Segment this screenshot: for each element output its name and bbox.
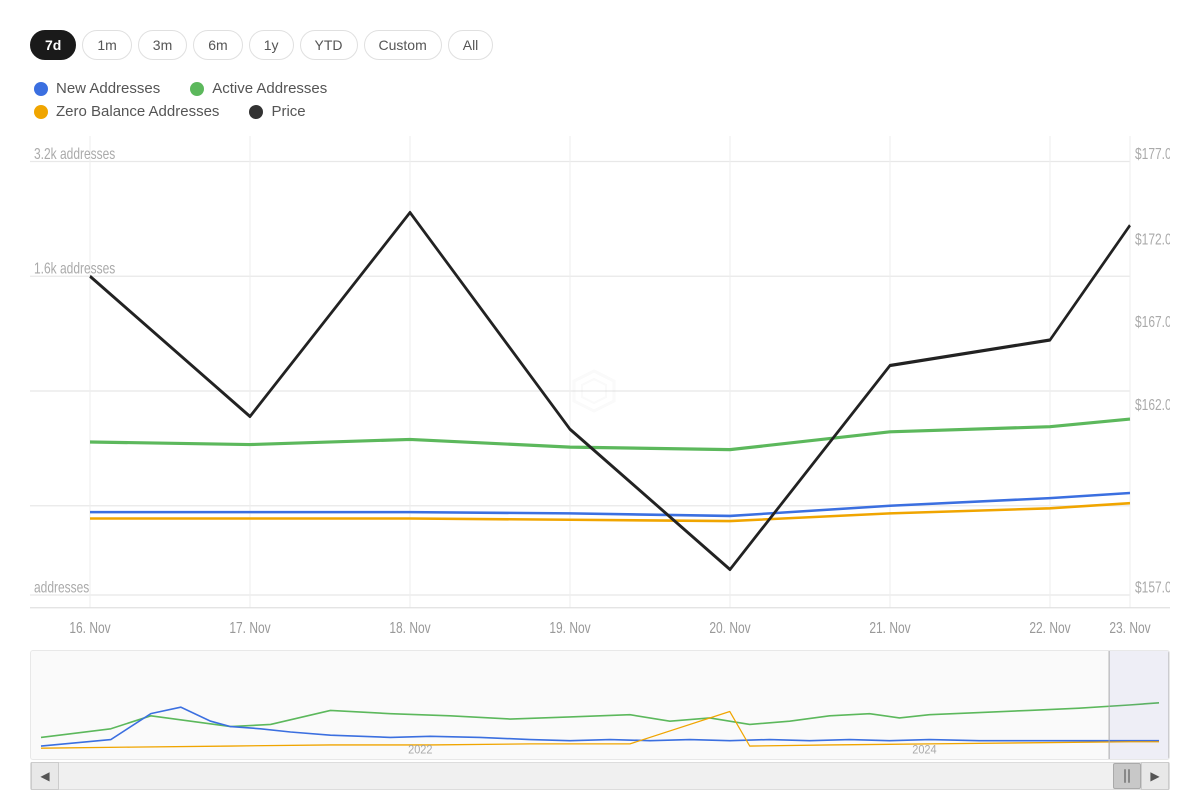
legend-dot-1 bbox=[190, 82, 204, 96]
chart-wrapper: 3.2k addresses 1.6k addresses addresses … bbox=[30, 136, 1170, 790]
svg-text:21. Nov: 21. Nov bbox=[869, 620, 910, 637]
time-range-selector: 7d1m3m6m1yYTDCustomAll bbox=[30, 30, 1170, 60]
legend-item-2: Zero Balance Addresses bbox=[34, 103, 219, 120]
main-chart-svg: 3.2k addresses 1.6k addresses addresses … bbox=[30, 136, 1170, 646]
legend-dot-0 bbox=[34, 82, 48, 96]
svg-text:22. Nov: 22. Nov bbox=[1029, 620, 1070, 637]
svg-text:23. Nov: 23. Nov bbox=[1109, 620, 1150, 637]
time-btn-custom[interactable]: Custom bbox=[364, 30, 442, 60]
main-container: 7d1m3m6m1yYTDCustomAll New Addresses Acti… bbox=[0, 0, 1200, 800]
svg-text:$167.00: $167.00 bbox=[1135, 314, 1170, 331]
svg-text:16. Nov: 16. Nov bbox=[69, 620, 110, 637]
svg-text:19. Nov: 19. Nov bbox=[549, 620, 590, 637]
main-chart: 3.2k addresses 1.6k addresses addresses … bbox=[30, 136, 1170, 646]
nav-right-arrow[interactable]: ▶ bbox=[1141, 762, 1169, 790]
svg-text:$162.00: $162.00 bbox=[1135, 397, 1170, 414]
time-btn-6m[interactable]: 6m bbox=[193, 30, 242, 60]
time-btn-3m[interactable]: 3m bbox=[138, 30, 187, 60]
svg-text:3.2k addresses: 3.2k addresses bbox=[34, 146, 115, 163]
svg-text:20. Nov: 20. Nov bbox=[709, 620, 750, 637]
legend-label-1: Active Addresses bbox=[212, 80, 327, 97]
nav-track[interactable] bbox=[59, 763, 1141, 789]
legend-label-2: Zero Balance Addresses bbox=[56, 103, 219, 120]
time-btn-all[interactable]: All bbox=[448, 30, 494, 60]
legend-dot-3 bbox=[249, 105, 263, 119]
svg-text:$177.00: $177.00 bbox=[1135, 146, 1170, 163]
svg-text:$157.00: $157.00 bbox=[1135, 579, 1170, 596]
legend-label-3: Price bbox=[271, 103, 305, 120]
legend-item-1: Active Addresses bbox=[190, 80, 327, 97]
mini-chart-container: 2022 2024 bbox=[30, 650, 1170, 760]
nav-handle[interactable] bbox=[1113, 763, 1141, 789]
svg-text:2024: 2024 bbox=[912, 744, 937, 756]
svg-text:$172.00: $172.00 bbox=[1135, 231, 1170, 248]
legend-dot-2 bbox=[34, 105, 48, 119]
time-btn-ytd[interactable]: YTD bbox=[300, 30, 358, 60]
chart-legend: New Addresses Active Addresses Zero Balanc… bbox=[30, 80, 1170, 120]
legend-label-0: New Addresses bbox=[56, 80, 160, 97]
svg-text:addresses: addresses bbox=[34, 579, 89, 596]
legend-item-3: Price bbox=[249, 103, 305, 120]
svg-text:18. Nov: 18. Nov bbox=[389, 620, 430, 637]
nav-left-arrow[interactable]: ◀ bbox=[31, 762, 59, 790]
svg-text:1.6k addresses: 1.6k addresses bbox=[34, 260, 115, 277]
svg-text:2022: 2022 bbox=[408, 744, 432, 756]
legend-item-0: New Addresses bbox=[34, 80, 160, 97]
mini-chart-svg: 2022 2024 bbox=[31, 651, 1169, 759]
svg-text:17. Nov: 17. Nov bbox=[229, 620, 270, 637]
time-btn-7d[interactable]: 7d bbox=[30, 30, 76, 60]
navigator[interactable]: ◀ ▶ bbox=[30, 762, 1170, 790]
time-btn-1y[interactable]: 1y bbox=[249, 30, 294, 60]
time-btn-1m[interactable]: 1m bbox=[82, 30, 131, 60]
